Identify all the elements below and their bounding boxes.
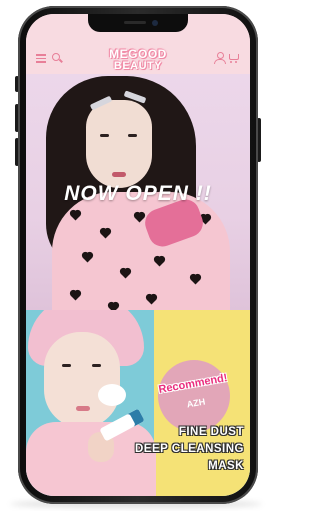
- banner-model-face: [44, 332, 120, 428]
- product-banner[interactable]: Recommend! AZH FINE DUST DEEP CLEANSING …: [26, 310, 250, 496]
- cart-icon[interactable]: [228, 52, 240, 64]
- product-title-line: MASK: [208, 460, 244, 472]
- banner-model-eye: [62, 364, 71, 367]
- heart-print-top: [52, 192, 230, 310]
- hero-banner[interactable]: NOW OPEN !!: [26, 74, 250, 310]
- notch: [88, 14, 188, 32]
- account-icon[interactable]: [214, 52, 226, 64]
- product-title-line: FINE DUST: [178, 426, 244, 438]
- cleanser-foam: [98, 384, 126, 406]
- hero-model-lips: [112, 172, 126, 177]
- phone-frame: MEGOOD BEAUTY NOW OPEN !! Recommend! AZH…: [18, 6, 258, 504]
- hero-model-eye: [100, 134, 109, 137]
- phone-screen: MEGOOD BEAUTY NOW OPEN !! Recommend! AZH…: [26, 14, 250, 496]
- hero-model-eye: [128, 134, 137, 137]
- hero-headline: NOW OPEN !!: [64, 182, 212, 205]
- recommend-badge: [158, 360, 230, 432]
- speaker-grille: [124, 21, 146, 24]
- banner-model-lips: [76, 406, 90, 411]
- banner-model-eye: [92, 364, 101, 367]
- product-title-line: DEEP CLEANSING: [134, 443, 244, 455]
- front-camera: [152, 20, 158, 26]
